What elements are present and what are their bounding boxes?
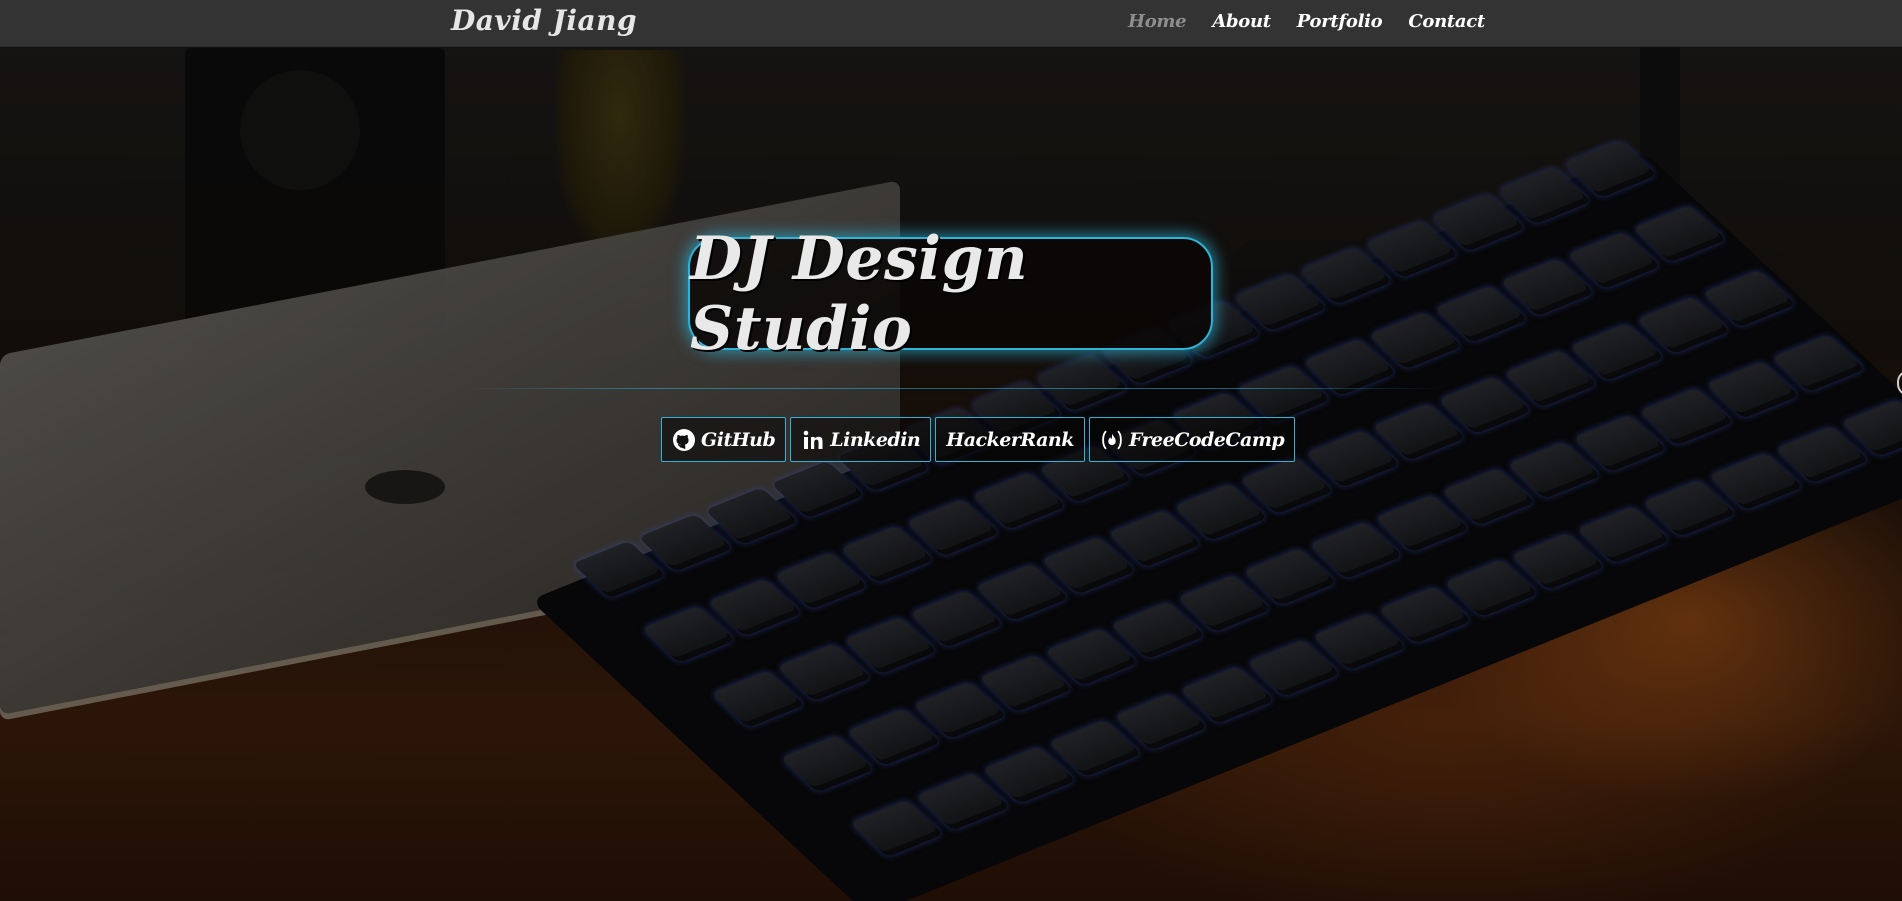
nav-link-contact[interactable]: Contact xyxy=(1408,11,1485,32)
linkedin-icon xyxy=(801,428,825,452)
navbar: David Jiang Home About Portfolio Contact xyxy=(0,0,1902,47)
hackerrank-button[interactable]: HackerRank xyxy=(935,417,1085,462)
nav-link-portfolio[interactable]: Portfolio xyxy=(1297,11,1383,32)
linkedin-label: Linkedin xyxy=(830,428,921,451)
hero-title: DJ Design Studio xyxy=(690,223,1029,364)
brand-link[interactable]: David Jiang xyxy=(451,4,637,37)
hero-divider xyxy=(462,388,1440,389)
social-links: GitHub Linkedin HackerRank FreeCodeCamp xyxy=(661,417,1296,462)
hackerrank-label: HackerRank xyxy=(946,428,1074,451)
github-button[interactable]: GitHub xyxy=(661,417,787,462)
nav-link-about[interactable]: About xyxy=(1212,11,1271,32)
nav-links: Home About Portfolio Contact xyxy=(1128,11,1511,32)
page: David Jiang Home About Portfolio Contact… xyxy=(0,0,1902,901)
hero-title-box: DJ Design Studio xyxy=(688,224,1213,364)
freecodecamp-icon xyxy=(1100,428,1124,452)
nav-link-home[interactable]: Home xyxy=(1128,11,1187,32)
freecodecamp-label: FreeCodeCamp xyxy=(1128,428,1285,451)
github-icon xyxy=(672,428,696,452)
freecodecamp-button[interactable]: FreeCodeCamp xyxy=(1088,417,1296,462)
github-label: GitHub xyxy=(701,428,776,451)
linkedin-button[interactable]: Linkedin xyxy=(790,417,932,462)
